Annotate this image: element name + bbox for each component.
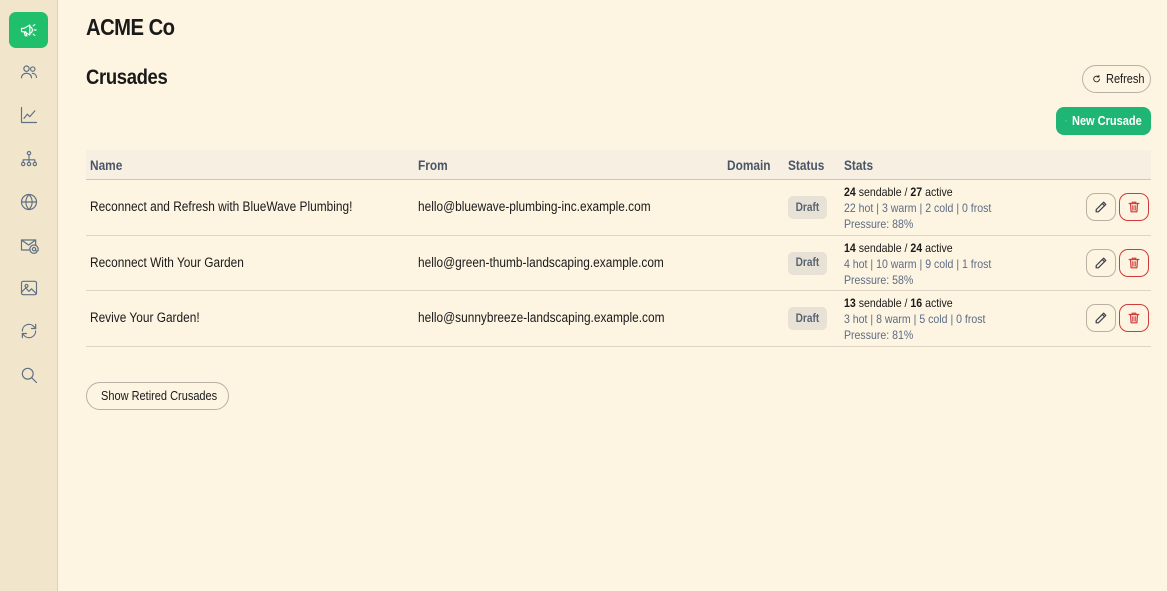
from-address: hello@sunnybreeze-landscaping.example.co… xyxy=(418,310,665,325)
delete-button[interactable] xyxy=(1119,248,1149,277)
nav-crusades[interactable] xyxy=(9,12,48,48)
org-name: ACME Co xyxy=(86,14,175,40)
nav-sync[interactable] xyxy=(9,313,48,349)
status-badge: Draft xyxy=(788,251,827,275)
pencil-icon xyxy=(1095,201,1107,213)
users-icon xyxy=(20,65,37,79)
refresh-button[interactable]: Refresh xyxy=(1082,65,1151,93)
stats-cell: 14 sendable / 24 active 4 hot | 10 warm … xyxy=(844,240,992,287)
show-retired-button[interactable]: Show Retired Crusades xyxy=(86,382,229,410)
table-row[interactable]: Revive Your Garden! hello@sunnybreeze-la… xyxy=(86,291,1151,347)
crusade-name: Revive Your Garden! xyxy=(90,310,200,325)
from-address: hello@green-thumb-landscaping.example.co… xyxy=(418,254,664,270)
pressure: Pressure: 88% xyxy=(844,217,914,231)
column-header-status: Status xyxy=(788,158,825,173)
edit-button[interactable] xyxy=(1086,304,1116,332)
crusade-name: Reconnect With Your Garden xyxy=(90,254,244,270)
plus-icon xyxy=(1065,120,1067,122)
column-header-name: Name xyxy=(90,158,123,173)
status-badge: Draft xyxy=(788,196,827,219)
chart-line-icon xyxy=(20,106,37,124)
stats-cell: 13 sendable / 16 active 3 hot | 8 warm |… xyxy=(844,296,986,342)
edit-button[interactable] xyxy=(1086,248,1116,277)
column-header-stats: Stats xyxy=(844,158,874,173)
megaphone-icon xyxy=(20,24,37,37)
page-title: Crusades xyxy=(86,66,168,89)
globe-icon xyxy=(20,193,37,211)
nav-media[interactable] xyxy=(9,270,48,306)
show-retired-label: Show Retired Crusades xyxy=(101,389,218,403)
search-icon xyxy=(21,367,37,384)
refresh-icon xyxy=(1093,74,1100,83)
temperature-breakdown: 22 hot | 3 warm | 2 cold | 0 frost xyxy=(844,201,992,215)
trash-icon xyxy=(1128,201,1140,213)
delete-button[interactable] xyxy=(1119,193,1149,221)
status-badge: Draft xyxy=(788,307,827,330)
stats-cell: 24 sendable / 27 active 22 hot | 3 warm … xyxy=(844,185,992,231)
edit-button[interactable] xyxy=(1086,193,1116,221)
column-header-domain: Domain xyxy=(727,158,771,173)
pressure: Pressure: 81% xyxy=(844,328,914,342)
table-row[interactable]: Reconnect and Refresh with BlueWave Plum… xyxy=(86,180,1151,236)
hierarchy-icon xyxy=(20,150,37,167)
nav-analytics[interactable] xyxy=(9,97,48,133)
column-header-from: From xyxy=(418,158,448,173)
new-crusade-label: New Crusade xyxy=(1071,114,1142,128)
crusade-name: Reconnect and Refresh with BlueWave Plum… xyxy=(90,199,353,214)
sync-icon xyxy=(21,323,36,339)
nav-search[interactable] xyxy=(9,357,48,393)
new-crusade-button[interactable]: New Crusade xyxy=(1056,107,1151,135)
pencil-icon xyxy=(1095,312,1107,324)
temperature-breakdown: 4 hot | 10 warm | 9 cold | 1 frost xyxy=(844,256,992,271)
nav-contacts[interactable] xyxy=(9,54,48,90)
sidebar xyxy=(0,0,58,591)
pressure: Pressure: 58% xyxy=(844,272,914,287)
nav-domains[interactable] xyxy=(9,184,48,220)
nav-organization[interactable] xyxy=(9,141,48,177)
trash-icon xyxy=(1128,312,1140,324)
pencil-icon xyxy=(1095,257,1107,268)
trash-icon xyxy=(1128,257,1140,268)
image-icon xyxy=(20,280,37,296)
from-address: hello@bluewave-plumbing-inc.example.com xyxy=(418,199,651,214)
delete-button[interactable] xyxy=(1119,304,1149,332)
crusades-table: Name From Domain Status Stats Reconnect … xyxy=(86,150,1151,347)
table-row[interactable]: Reconnect With Your Garden hello@green-t… xyxy=(86,236,1151,291)
mail-at-icon xyxy=(20,239,39,254)
table-header: Name From Domain Status Stats xyxy=(86,150,1151,180)
temperature-breakdown: 3 hot | 8 warm | 5 cold | 0 frost xyxy=(844,312,986,326)
nav-mailboxes[interactable] xyxy=(9,227,48,263)
refresh-label: Refresh xyxy=(1106,72,1145,86)
